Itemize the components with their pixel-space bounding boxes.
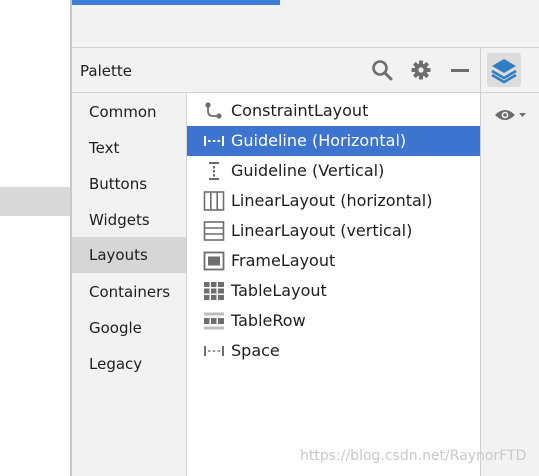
category-layouts[interactable]: Layouts bbox=[72, 237, 186, 273]
category-label: Widgets bbox=[89, 211, 150, 229]
category-widgets[interactable]: Widgets bbox=[72, 202, 186, 238]
editor-left-strip bbox=[0, 0, 70, 476]
category-common[interactable]: Common bbox=[72, 94, 186, 130]
space-icon bbox=[204, 346, 224, 356]
component-label: Guideline (Horizontal) bbox=[231, 131, 407, 150]
component-label: TableRow bbox=[231, 311, 306, 330]
table-row-icon bbox=[204, 312, 224, 330]
component-guideline-horizontal[interactable]: Guideline (Horizontal) bbox=[187, 126, 480, 156]
component-constraintlayout[interactable]: ConstraintLayout bbox=[187, 96, 480, 126]
palette-title: Palette bbox=[80, 62, 132, 80]
frame-layout-icon bbox=[203, 251, 225, 271]
category-label: Text bbox=[89, 139, 120, 157]
category-label: Common bbox=[89, 103, 157, 121]
constraint-layout-icon bbox=[205, 102, 222, 119]
category-text[interactable]: Text bbox=[72, 130, 186, 166]
component-tablerow[interactable]: TableRow bbox=[187, 306, 480, 336]
active-tab-indicator[interactable] bbox=[72, 0, 280, 5]
watermark: https://blog.csdn.net/RaynorFTD bbox=[300, 448, 527, 464]
category-buttons[interactable]: Buttons bbox=[72, 166, 186, 202]
editor-selected-row[interactable] bbox=[0, 187, 70, 216]
component-linearlayout-vertical[interactable]: LinearLayout (vertical) bbox=[187, 216, 480, 246]
component-guideline-vertical[interactable]: Guideline (Vertical) bbox=[187, 156, 480, 186]
component-label: FrameLayout bbox=[231, 251, 336, 270]
guideline-vertical-icon bbox=[209, 162, 219, 180]
component-label: LinearLayout (vertical) bbox=[231, 221, 413, 240]
gear-icon[interactable] bbox=[410, 59, 432, 81]
tab-bar bbox=[72, 0, 539, 47]
table-layout-icon bbox=[204, 282, 224, 300]
layers-button[interactable] bbox=[487, 53, 521, 87]
component-tablelayout[interactable]: TableLayout bbox=[187, 276, 480, 306]
minimize-icon[interactable] bbox=[449, 59, 471, 81]
component-linearlayout-horizontal[interactable]: LinearLayout (horizontal) bbox=[187, 186, 480, 216]
component-space[interactable]: Space bbox=[187, 336, 480, 366]
search-icon[interactable] bbox=[371, 59, 393, 81]
category-label: Legacy bbox=[89, 355, 143, 373]
eye-icon[interactable] bbox=[493, 104, 527, 126]
component-label: Space bbox=[231, 341, 280, 360]
side-panel-separator bbox=[481, 92, 539, 93]
component-label: TableLayout bbox=[231, 281, 327, 300]
component-label: ConstraintLayout bbox=[231, 101, 369, 120]
category-label: Containers bbox=[89, 283, 171, 301]
category-containers[interactable]: Containers bbox=[72, 274, 186, 310]
category-label: Layouts bbox=[89, 246, 148, 264]
component-label: Guideline (Vertical) bbox=[231, 161, 385, 180]
layers-icon bbox=[491, 59, 517, 84]
guideline-horizontal-icon bbox=[204, 136, 224, 146]
linear-layout-horizontal-icon bbox=[203, 191, 225, 211]
category-google[interactable]: Google bbox=[72, 310, 186, 346]
category-label: Buttons bbox=[89, 175, 148, 193]
component-label: LinearLayout (horizontal) bbox=[231, 191, 433, 210]
linear-layout-vertical-icon bbox=[203, 221, 225, 241]
category-label: Google bbox=[89, 319, 142, 337]
category-legacy[interactable]: Legacy bbox=[72, 346, 186, 382]
component-framelayout[interactable]: FrameLayout bbox=[187, 246, 480, 276]
